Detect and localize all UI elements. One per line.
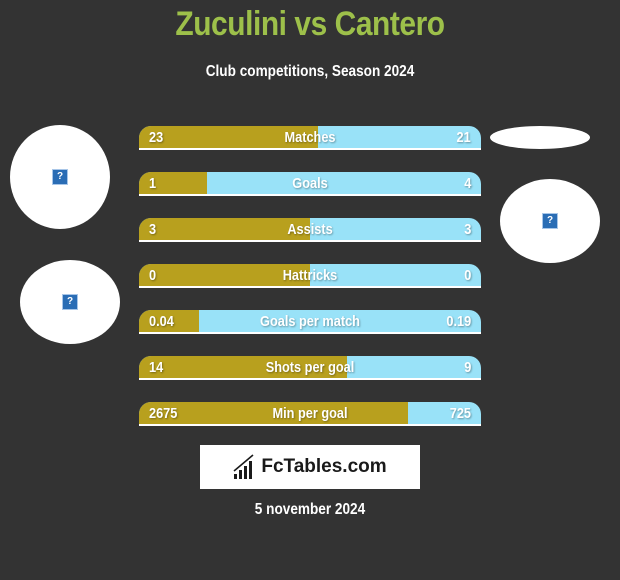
stat-bar-goals: 1 Goals 4 <box>139 172 481 196</box>
stat-bar-min-per-goal: 2675 Min per goal 725 <box>139 402 481 426</box>
left-value: 14 <box>149 359 164 376</box>
right-value: 3 <box>463 221 471 238</box>
stat-label: Goals per match <box>260 313 360 330</box>
right-value: 725 <box>449 405 471 422</box>
stat-bar-assists: 3 Assists 3 <box>139 218 481 242</box>
page-title: Zuculini vs Cantero <box>175 5 445 43</box>
left-club-logo: ? <box>20 260 120 344</box>
stat-label: Shots per goal <box>265 359 355 376</box>
stat-label: Goals <box>292 175 328 192</box>
page-subtitle: Club competitions, Season 2024 <box>205 63 415 80</box>
stat-label: Min per goal <box>272 405 348 422</box>
stat-bar-matches: 23 Matches 21 <box>139 126 481 150</box>
fctables-logo[interactable]: FcTables.com <box>200 445 420 489</box>
right-club-logo: ? <box>500 179 600 263</box>
right-player-photo <box>490 126 590 149</box>
left-player-photo: ? <box>10 125 110 229</box>
right-value: 21 <box>456 129 471 146</box>
stat-bar-goals-per-match: 0.04 Goals per match 0.19 <box>139 310 481 334</box>
left-value: 0 <box>149 267 157 284</box>
right-value: 0 <box>463 267 471 284</box>
stat-bar-hattricks: 0 Hattricks 0 <box>139 264 481 288</box>
broken-image-icon: ? <box>62 294 78 310</box>
logo-text: FcTables.com <box>261 456 387 477</box>
left-value: 1 <box>149 175 157 192</box>
stat-label: Matches <box>284 129 336 146</box>
stat-label: Hattricks <box>282 267 338 284</box>
date-label: 5 november 2024 <box>254 501 366 518</box>
stat-label: Assists <box>287 221 333 238</box>
right-value: 4 <box>463 175 471 192</box>
right-value: 9 <box>463 359 471 376</box>
right-value: 0.19 <box>446 313 471 330</box>
broken-image-icon: ? <box>52 169 68 185</box>
left-value: 23 <box>149 129 164 146</box>
bar-chart-icon <box>233 454 254 479</box>
stat-bar-shots-per-goal: 14 Shots per goal 9 <box>139 356 481 380</box>
left-value: 3 <box>149 221 157 238</box>
broken-image-icon: ? <box>542 213 558 229</box>
